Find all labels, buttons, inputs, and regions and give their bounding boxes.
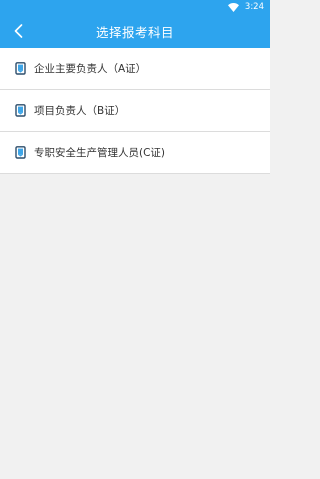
page-title: 选择报考科目 xyxy=(95,24,174,40)
subject-item-b[interactable]: 项目负责人（B证） xyxy=(0,90,270,132)
back-button[interactable] xyxy=(9,14,27,48)
status-bar: 3:24 xyxy=(0,0,270,14)
wifi-icon xyxy=(228,2,240,12)
subject-list: 企业主要负责人（A证） 项目负责人（B证） 专职安全生产管理人员(C证) xyxy=(0,48,270,174)
subject-item-c[interactable]: 专职安全生产管理人员(C证) xyxy=(0,132,270,174)
subject-item-a[interactable]: 企业主要负责人（A证） xyxy=(0,48,270,90)
back-arrow-icon xyxy=(14,24,22,38)
subject-label: 企业主要负责人（A证） xyxy=(34,63,147,75)
subject-label: 项目负责人（B证） xyxy=(34,105,126,117)
book-icon xyxy=(14,104,26,118)
book-icon xyxy=(14,146,26,160)
subject-label: 专职安全生产管理人员(C证) xyxy=(34,147,166,159)
status-time: 3:24 xyxy=(244,2,264,12)
app-bar: 选择报考科目 xyxy=(0,14,270,48)
book-icon xyxy=(14,62,26,76)
